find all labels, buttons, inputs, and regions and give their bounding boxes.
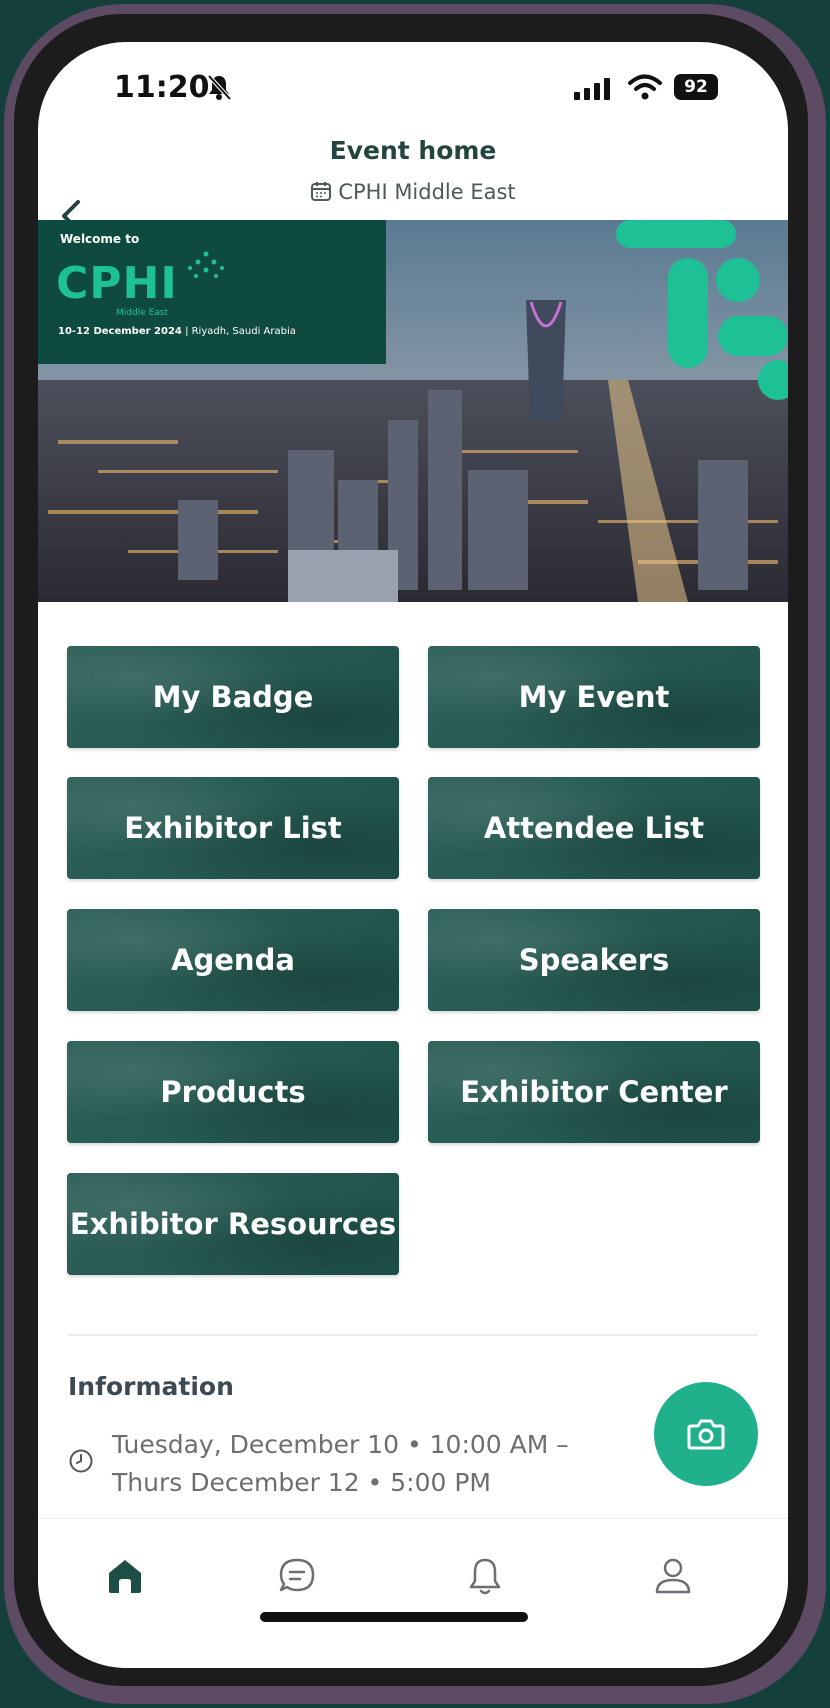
status-time: 11:20	[114, 70, 210, 105]
banner-dates: 10-12 December 2024 | Riyadh, Saudi Arab…	[58, 326, 296, 337]
calendar-icon	[311, 182, 332, 201]
brand-logo: CPHI	[56, 258, 178, 309]
scan-camera-button[interactable]	[654, 1382, 758, 1486]
bottom-navigation	[38, 1518, 788, 1668]
tile-label: Speakers	[518, 943, 670, 977]
brand-subtitle: Middle East	[116, 308, 169, 318]
camera-icon	[687, 1419, 725, 1450]
exhibitor-center-button[interactable]: Exhibitor Center	[428, 1041, 760, 1143]
signal-icon	[574, 78, 610, 100]
page-title: Event home	[329, 136, 497, 165]
tile-label: My Event	[518, 680, 670, 714]
battery-indicator: 92	[674, 74, 718, 100]
banner-date-range: 10-12 December 2024	[58, 326, 182, 337]
profile-icon[interactable]	[652, 1555, 694, 1597]
chat-icon[interactable]	[276, 1555, 318, 1597]
banner-welcome: Welcome to	[60, 232, 140, 246]
tile-label: Agenda	[171, 943, 295, 977]
tile-label: Attendee List	[483, 811, 705, 845]
home-indicator[interactable]	[260, 1612, 528, 1622]
tile-label: My Badge	[152, 680, 314, 714]
event-banner: Welcome to CPHI Middle East 10-12 Decemb…	[38, 220, 788, 602]
my-event-button[interactable]: My Event	[428, 646, 760, 748]
tile-label: Exhibitor Center	[460, 1075, 728, 1109]
attendee-list-button[interactable]: Attendee List	[428, 777, 760, 879]
agenda-button[interactable]: Agenda	[67, 909, 399, 1011]
app-screen: 11:20 92 Event home CPHI Middle East Wel…	[38, 42, 788, 1668]
status-bar: 11:20 92	[38, 42, 788, 132]
section-divider	[68, 1334, 758, 1336]
home-icon[interactable]	[104, 1555, 146, 1597]
products-button[interactable]: Products	[67, 1041, 399, 1143]
exhibitor-resources-button[interactable]: Exhibitor Resources	[67, 1173, 399, 1275]
speakers-button[interactable]: Speakers	[428, 909, 760, 1011]
clock-icon	[69, 1449, 93, 1473]
tile-label: Exhibitor Resources	[69, 1207, 397, 1241]
exhibitor-list-button[interactable]: Exhibitor List	[67, 777, 399, 879]
information-heading: Information	[68, 1372, 234, 1401]
event-datetime: Tuesday, December 10 • 10:00 AM – Thurs …	[112, 1430, 569, 1497]
banner-location: | Riyadh, Saudi Arabia	[185, 326, 296, 337]
wifi-icon	[628, 74, 662, 100]
event-name: CPHI Middle East	[338, 180, 516, 204]
my-badge-button[interactable]: My Badge	[67, 646, 399, 748]
bell-icon[interactable]	[464, 1555, 506, 1597]
tile-label: Products	[160, 1075, 306, 1109]
bell-muted-icon	[207, 74, 232, 101]
tile-label: Exhibitor List	[124, 811, 342, 845]
event-subtitle: CPHI Middle East	[38, 180, 788, 204]
